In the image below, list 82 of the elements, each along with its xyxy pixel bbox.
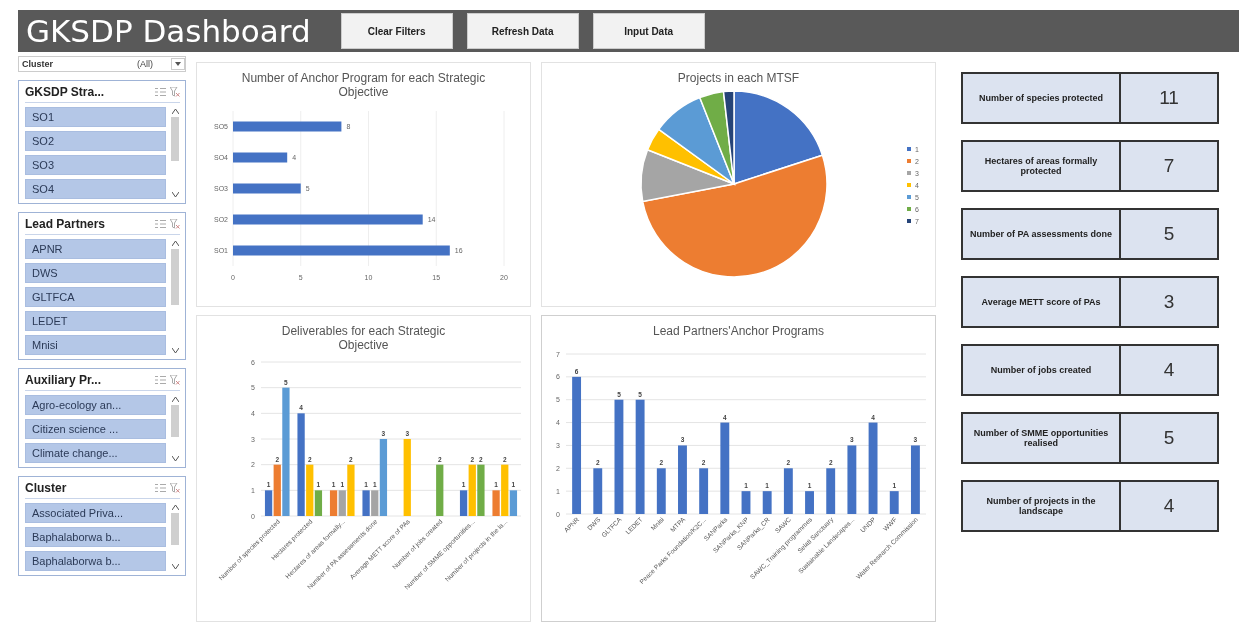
filter-dropdown[interactable]	[171, 58, 185, 70]
kpi-label: Number of SMME opportunities realised	[961, 412, 1121, 464]
kpi-value: 5	[1121, 208, 1219, 260]
bar	[592, 468, 602, 514]
bar	[889, 491, 899, 514]
slicer-item[interactable]: Associated Priva...	[25, 503, 166, 523]
multi-select-icon[interactable]	[155, 87, 166, 97]
slicer-item[interactable]: SO3	[25, 155, 166, 175]
kpi-label: Average METT score of PAs	[961, 276, 1121, 328]
slicer-item[interactable]: Agro-ecology an...	[25, 395, 166, 415]
toolbar-button[interactable]: Input Data	[592, 13, 705, 49]
bar	[233, 152, 288, 163]
slicer-title: Auxiliary Pr...	[25, 373, 103, 387]
toolbar-button[interactable]: Refresh Data	[466, 13, 579, 49]
kpi-value: 4	[1121, 344, 1219, 396]
slicer-item[interactable]: DWS	[25, 263, 166, 283]
kpi-value: 3	[1121, 276, 1219, 328]
caret-icon	[175, 62, 181, 66]
scroll-down-icon[interactable]	[171, 456, 179, 461]
slicer-item[interactable]: Baphalaborwa b...	[25, 551, 166, 571]
slicer-title: GKSDP Stra...	[25, 85, 106, 99]
bar	[361, 490, 370, 516]
filter-value: (All)	[137, 59, 153, 69]
slicer-item[interactable]: LEDET	[25, 311, 166, 331]
kpi-label: Number of jobs created	[961, 344, 1121, 396]
clear-filter-icon[interactable]	[170, 483, 180, 493]
scrollbar[interactable]	[170, 239, 180, 355]
chart-title: Number of Anchor Program for each Strategic Objective	[240, 70, 487, 101]
slicer-item[interactable]: SO1	[25, 107, 166, 127]
kpi-value: 5	[1121, 412, 1219, 464]
bar	[233, 183, 301, 194]
kpi-value: 4	[1121, 480, 1219, 532]
slicer-title: Cluster	[25, 481, 68, 495]
scroll-up-icon[interactable]	[171, 397, 179, 402]
chart-title: Deliverables for each Strategic Objective	[280, 323, 447, 354]
bar	[783, 468, 793, 514]
bar	[656, 468, 666, 514]
chart-title: Lead Partners'Anchor Programs	[651, 323, 825, 340]
slicer-item[interactable]: Climate change...	[25, 443, 166, 463]
bar	[476, 464, 485, 516]
scroll-up-icon[interactable]	[171, 505, 179, 510]
bar	[435, 464, 443, 516]
clear-filter-icon[interactable]	[170, 375, 180, 385]
bar	[762, 491, 772, 514]
scrollbar[interactable]	[170, 107, 180, 199]
scrollbar[interactable]	[170, 503, 180, 571]
filter-label: Cluster	[22, 59, 54, 69]
kpi-value: 11	[1121, 72, 1219, 124]
kpi-value: 7	[1121, 140, 1219, 192]
bar	[910, 445, 920, 514]
scroll-up-icon[interactable]	[171, 109, 179, 114]
bar	[677, 445, 687, 514]
bar	[741, 491, 750, 514]
scroll-down-icon[interactable]	[171, 564, 179, 569]
chart-title: Projects in each MTSF	[676, 70, 801, 87]
toolbar-button[interactable]: Clear Filters	[340, 13, 453, 49]
kpi-label: Number of species protected	[961, 72, 1121, 124]
slicer-item[interactable]: SO4	[25, 179, 166, 199]
multi-select-icon[interactable]	[155, 219, 166, 229]
kpi-label: Number of PA assessments done	[961, 208, 1121, 260]
scroll-down-icon[interactable]	[171, 348, 179, 353]
slicer-item[interactable]: Citizen science ...	[25, 419, 166, 439]
slicer-item[interactable]: Mnisi	[25, 335, 166, 355]
bar	[698, 468, 708, 514]
bar	[825, 468, 835, 514]
slicer-item[interactable]: APNR	[25, 239, 166, 259]
clear-filter-icon[interactable]	[170, 219, 180, 229]
slicer-title: Lead Partners	[25, 217, 107, 231]
kpi-label: Hectares of areas formally protected	[961, 140, 1121, 192]
dashboard-title: GKSDP Dashboard	[26, 13, 311, 49]
clear-filter-icon[interactable]	[170, 87, 180, 97]
scroll-down-icon[interactable]	[171, 192, 179, 197]
scroll-up-icon[interactable]	[171, 241, 179, 246]
scrollbar[interactable]	[170, 395, 180, 463]
kpi-label: Number of projects in the landscape	[961, 480, 1121, 532]
slicer-item[interactable]: Baphalaborwa b...	[25, 527, 166, 547]
multi-select-icon[interactable]	[155, 375, 166, 385]
slicer-item[interactable]: GLTFCA	[25, 287, 166, 307]
bar	[804, 491, 814, 514]
bar	[846, 445, 856, 514]
slicer-item[interactable]: SO2	[25, 131, 166, 151]
multi-select-icon[interactable]	[155, 483, 166, 493]
